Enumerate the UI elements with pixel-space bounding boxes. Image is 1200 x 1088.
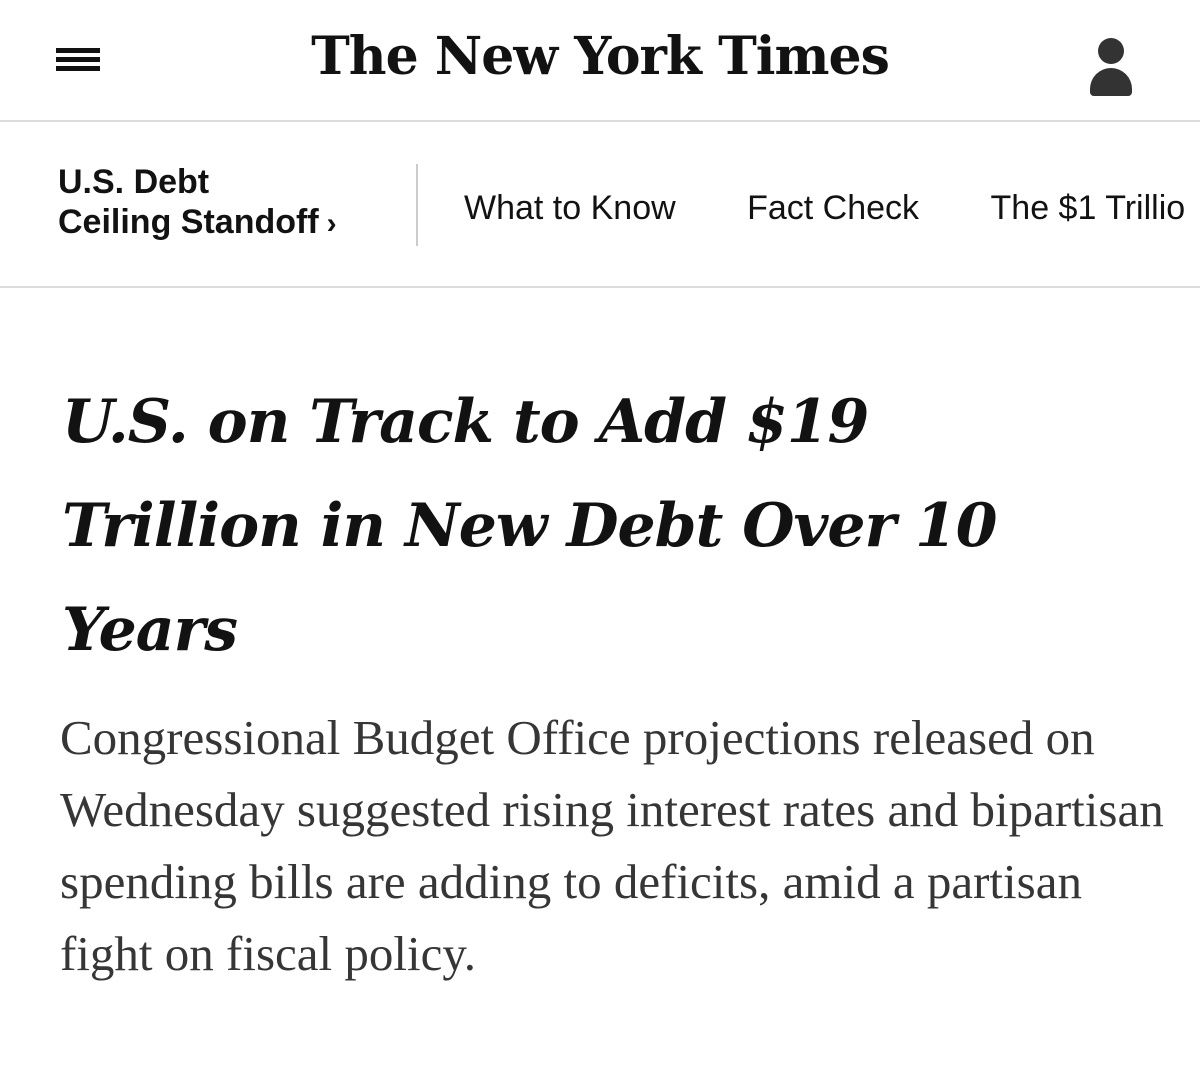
section-divider [416,164,418,246]
section-title-link[interactable]: U.S. Debt Ceiling Standoff › [58,162,337,244]
section-link-fact-check[interactable]: Fact Check [747,188,919,228]
section-link-what-to-know[interactable]: What to Know [464,188,676,228]
chevron-right-icon: › [326,207,337,240]
section-title-line1: U.S. Debt [58,163,210,201]
section-link-one-trillion[interactable]: The $1 Trillio [991,188,1186,228]
user-account-icon[interactable] [1086,38,1136,98]
section-links: What to Know Fact Check The $1 Trillio [464,188,1200,228]
article-headline: U.S. on Track to Add $19 Trillion in New… [62,387,998,665]
section-title-line2: Ceiling Standoff [58,203,319,241]
masthead: The New York Times [0,0,1200,122]
article-summary: Congressional Budget Office projections … [60,710,1164,981]
section-nav: U.S. Debt Ceiling Standoff › What to Know… [0,122,1200,288]
nyt-logo[interactable]: The New York Times [0,22,1200,92]
